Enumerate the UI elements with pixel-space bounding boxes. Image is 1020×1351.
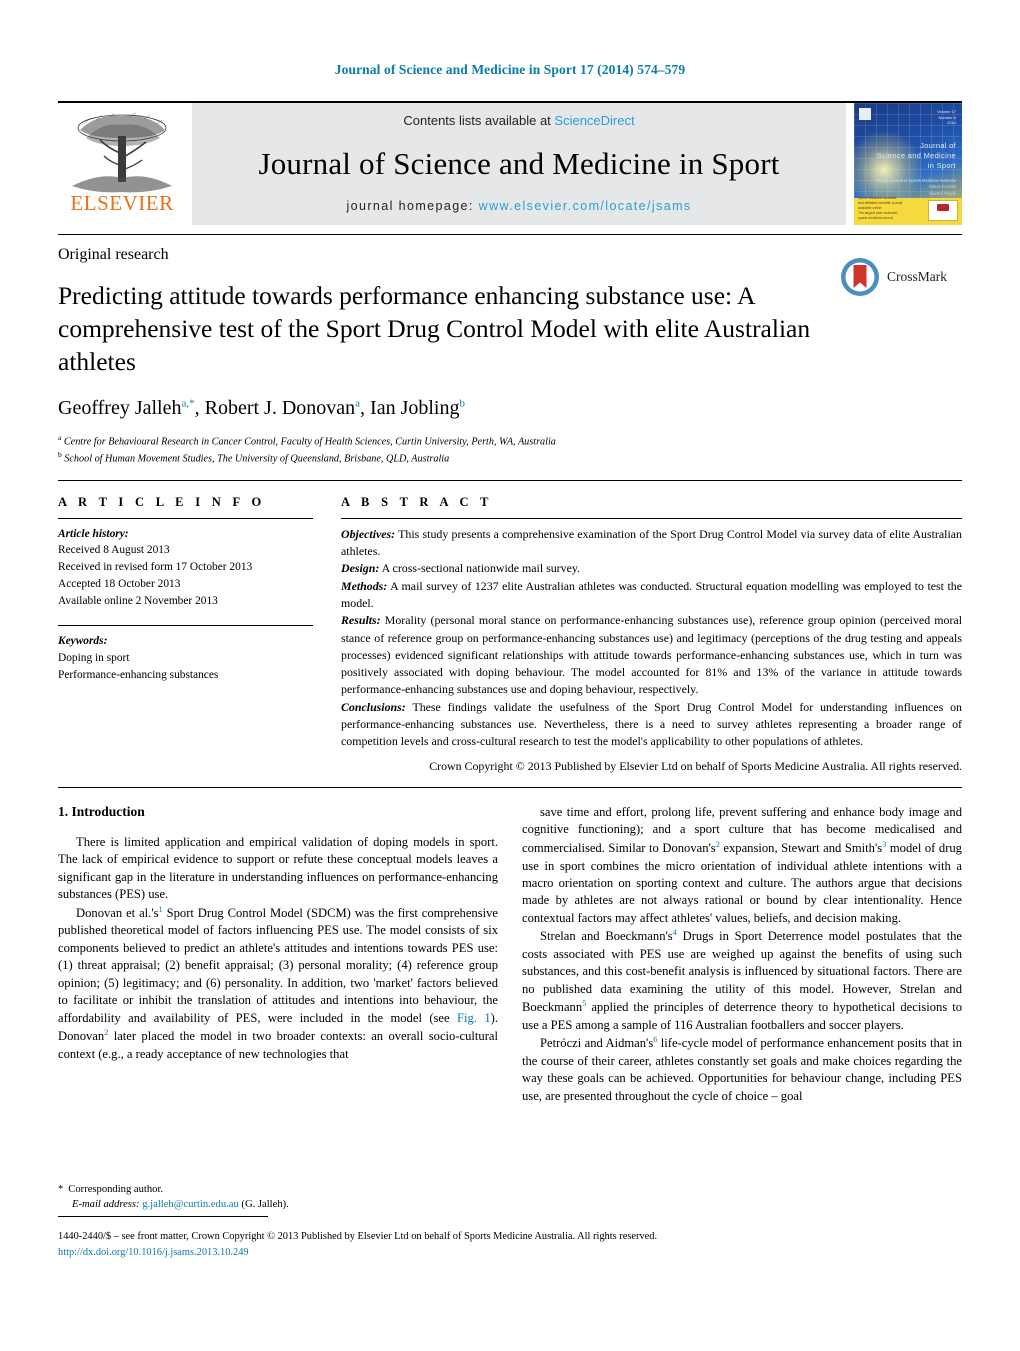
contents-prefix: Contents lists available at — [403, 113, 555, 128]
keyword-2: Performance-enhancing substances — [58, 669, 219, 681]
affiliation-a: a Centre for Behavioural Research in Can… — [58, 432, 962, 449]
cover-band-text: Sports Medicine Australia and affiliated… — [858, 196, 903, 221]
body-right-column: save time and effort, prolong life, prev… — [522, 804, 962, 1105]
footer-divider — [58, 1216, 268, 1217]
contents-available-line: Contents lists available at ScienceDirec… — [403, 113, 634, 128]
article-page: Journal of Science and Medicine in Sport… — [0, 0, 1020, 1351]
article-history-block: Article history: Received 8 August 2013 … — [58, 526, 313, 610]
abstract-body: Objectives: This study presents a compre… — [341, 526, 962, 751]
article-info-heading: A R T I C L E I N F O — [58, 494, 266, 509]
abstract-conclusions: Conclusions: These findings validate the… — [341, 699, 962, 751]
cover-title: Journal of Science and Medicine in Sport — [876, 141, 956, 171]
elsevier-wordmark: ELSEVIER — [70, 191, 174, 215]
abstract-methods-label: Methods: — [341, 578, 388, 593]
abstract-design-label: Design: — [341, 561, 380, 576]
intro-paragraph-5: Petróczi and Aidman's6 life-cycle model … — [522, 1035, 962, 1103]
author-2-marks: a — [355, 397, 361, 410]
cover-society-badge — [928, 200, 958, 221]
journal-cover-thumbnail: Volume 17 Number 6 2014 Journal of Scien… — [854, 103, 962, 225]
email-label: E-mail address: — [72, 1199, 140, 1211]
doi-line: http://dx.doi.org/10.1016/j.jsams.2013.1… — [58, 1245, 962, 1261]
article-info-column: A R T I C L E I N F O Article history: R… — [58, 495, 313, 775]
article-header: CrossMark Original research Predicting a… — [58, 234, 962, 467]
corresponding-author-line: * Corresponding author. — [58, 1182, 498, 1197]
section-heading-introduction: 1. Introduction — [58, 804, 145, 820]
corresponding-marker: * — [58, 1184, 64, 1195]
abstract-results-label: Results: — [341, 613, 381, 628]
corresponding-label: Corresponding author. — [68, 1184, 164, 1195]
history-accepted: Accepted 18 October 2013 — [58, 577, 181, 590]
keyword-1: Doping in sport — [58, 652, 130, 665]
imprint-block: 1440-2440/$ – see front matter, Crown Co… — [58, 1229, 962, 1260]
affiliation-b: b School of Human Movement Studies, The … — [58, 449, 962, 466]
abstract-column: A B S T R A C T Objectives: This study p… — [341, 495, 962, 775]
abstract-objectives-label: Objectives: — [341, 526, 396, 541]
author-3: Ian Joblingb — [370, 396, 465, 419]
elsevier-logo: ELSEVIER — [58, 103, 186, 225]
crossmark-badge[interactable]: CrossMark — [840, 257, 962, 297]
article-type: Original research — [58, 246, 169, 263]
journal-homepage-line: journal homepage: www.elsevier.com/locat… — [346, 199, 691, 213]
info-abstract-section: A R T I C L E I N F O Article history: R… — [58, 479, 962, 775]
masthead-center-panel: Contents lists available at ScienceDirec… — [192, 103, 846, 225]
article-history-label: Article history: — [58, 527, 129, 540]
journal-homepage-link[interactable]: www.elsevier.com/locate/jsams — [479, 199, 692, 213]
affiliation-b-text: School of Human Movement Studies, The Un… — [64, 453, 450, 465]
keywords-block: Keywords: Doping in sport Performance-en… — [58, 633, 313, 683]
keywords-label: Keywords: — [58, 635, 108, 648]
intro-paragraph-2: Donovan et al.'s1 Sport Drug Control Mod… — [58, 904, 498, 1061]
cover-volume-text: Volume 17 Number 6 2014 — [937, 109, 956, 126]
author-1-marks: a,* — [181, 397, 195, 410]
abstract-conclusions-text: These findings validate the usefulness o… — [341, 699, 962, 749]
imprint-copyright: 1440-2440/$ – see front matter, Crown Co… — [58, 1231, 658, 1242]
abstract-objectives-text: This study presents a comprehensive exam… — [341, 526, 962, 558]
abstract-conclusions-label: Conclusions: — [341, 699, 406, 714]
crossmark-icon — [841, 258, 879, 296]
abstract-methods: Methods: A mail survey of 1237 elite Aus… — [341, 578, 962, 613]
intro-paragraph-3: save time and effort, prolong life, prev… — [522, 805, 962, 925]
email-link[interactable]: g.jalleh@curtin.edu.au — [142, 1199, 239, 1210]
history-received: Received 8 August 2013 — [58, 544, 170, 557]
abstract-results: Results: Morality (personal moral stance… — [341, 612, 962, 699]
intro-paragraph-1: There is limited application and empiric… — [58, 835, 498, 902]
corresponding-author-footnote: * Corresponding author. E-mail address: g… — [58, 1182, 498, 1212]
running-head: Journal of Science and Medicine in Sport… — [334, 62, 686, 77]
abstract-objectives: Objectives: This study presents a compre… — [341, 526, 962, 561]
author-3-marks: b — [459, 397, 465, 410]
author-1: Geoffrey Jalleha,* — [58, 396, 195, 419]
keywords-rule — [58, 625, 313, 627]
article-body: 1. Introduction There is limited applica… — [58, 787, 962, 1105]
abstract-copyright: Crown Copyright © 2013 Published by Else… — [429, 758, 962, 773]
email-line: E-mail address: g.jalleh@curtin.edu.au (… — [58, 1197, 498, 1212]
affiliation-b-mark: b — [58, 450, 62, 460]
journal-title: Journal of Science and Medicine in Sport — [258, 145, 780, 181]
history-revised: Received in revised form 17 October 2013 — [58, 561, 253, 574]
cover-elsevier-mark — [859, 108, 871, 120]
elsevier-tree-icon — [72, 112, 172, 193]
affiliation-a-mark: a — [58, 432, 62, 442]
body-left-column: 1. Introduction There is limited applica… — [58, 804, 498, 1105]
article-title: Predicting attitude towards performance … — [58, 281, 811, 376]
doi-link[interactable]: http://dx.doi.org/10.1016/j.jsams.2013.1… — [58, 1247, 249, 1258]
article-info-rule — [58, 517, 313, 519]
author-list: Geoffrey Jalleha,*, Robert J. Donovana, … — [58, 396, 465, 419]
abstract-heading: A B S T R A C T — [341, 494, 493, 509]
affiliation-a-text: Centre for Behavioural Research in Cance… — [63, 436, 556, 448]
sciencedirect-link[interactable]: ScienceDirect — [554, 113, 634, 128]
abstract-design: Design: A cross-sectional nationwide mai… — [341, 560, 962, 577]
crossmark-label: CrossMark — [887, 269, 947, 284]
homepage-prefix: journal homepage: — [346, 199, 479, 213]
intro-paragraph-4: Strelan and Boeckmann's4 Drugs in Sport … — [522, 928, 962, 1032]
abstract-results-text: Morality (personal moral stance on perfo… — [341, 613, 962, 697]
history-online: Available online 2 November 2013 — [58, 594, 218, 607]
author-2: Robert J. Donovana — [204, 396, 361, 419]
abstract-methods-text: A mail survey of 1237 elite Australian a… — [341, 578, 962, 610]
journal-masthead: ELSEVIER Contents lists available at Sci… — [58, 101, 962, 225]
abstract-design-text: A cross-sectional nationwide mail survey… — [379, 561, 580, 576]
abstract-rule — [341, 517, 962, 519]
email-suffix: (G. Jalleh). — [238, 1199, 289, 1211]
